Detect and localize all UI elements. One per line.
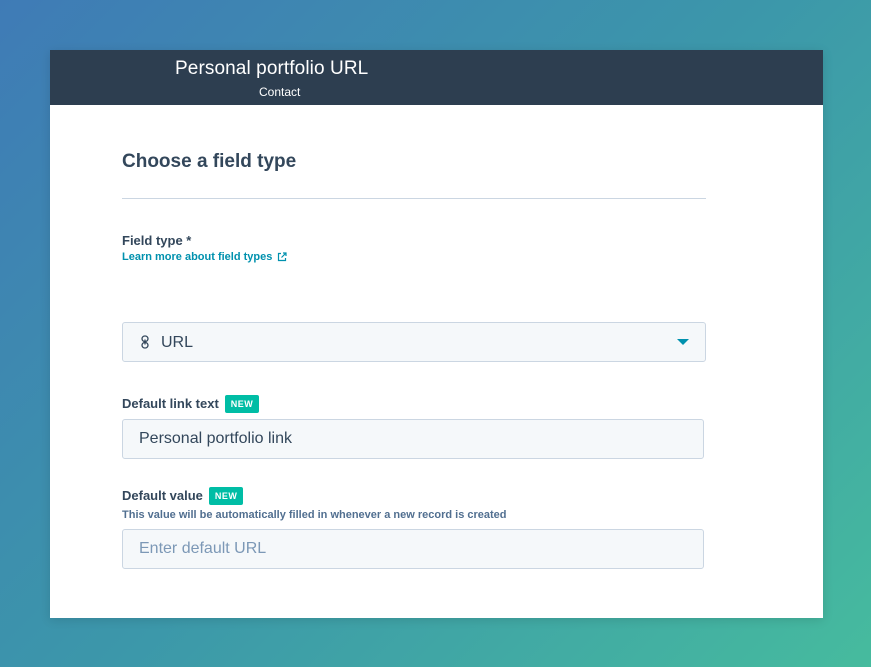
field-type-label-text: Field type *: [122, 233, 192, 248]
learn-more-link[interactable]: Learn more about field types: [122, 250, 287, 264]
new-badge: NEW: [208, 487, 244, 505]
panel-header: Personal portfolio URL Contact: [50, 50, 823, 105]
property-title: Personal portfolio URL: [175, 58, 369, 79]
link-icon: [141, 335, 149, 349]
default-link-text-label: Default link text NEW: [122, 395, 260, 413]
field-editor-panel: Personal portfolio URL Contact Choose a …: [50, 50, 823, 618]
chevron-down-icon: [677, 339, 689, 345]
default-link-text-input[interactable]: [122, 419, 704, 459]
field-type-label: Field type *: [122, 233, 191, 249]
default-value-label-text: Default value: [122, 488, 203, 503]
default-value-input[interactable]: [122, 529, 704, 569]
default-link-text-label-text: Default link text: [122, 396, 219, 411]
section-divider: [122, 198, 706, 199]
default-value-help-text: This value will be automatically filled …: [122, 509, 507, 521]
object-type-label: Contact: [259, 85, 301, 99]
default-value-label: Default value NEW: [122, 487, 244, 505]
field-type-select[interactable]: URL: [122, 322, 706, 362]
learn-more-link-text: Learn more about field types: [122, 251, 273, 263]
external-link-icon: [278, 252, 287, 262]
field-type-selected-value: URL: [161, 334, 194, 351]
section-title: Choose a field type: [122, 151, 297, 172]
new-badge: NEW: [224, 395, 260, 413]
